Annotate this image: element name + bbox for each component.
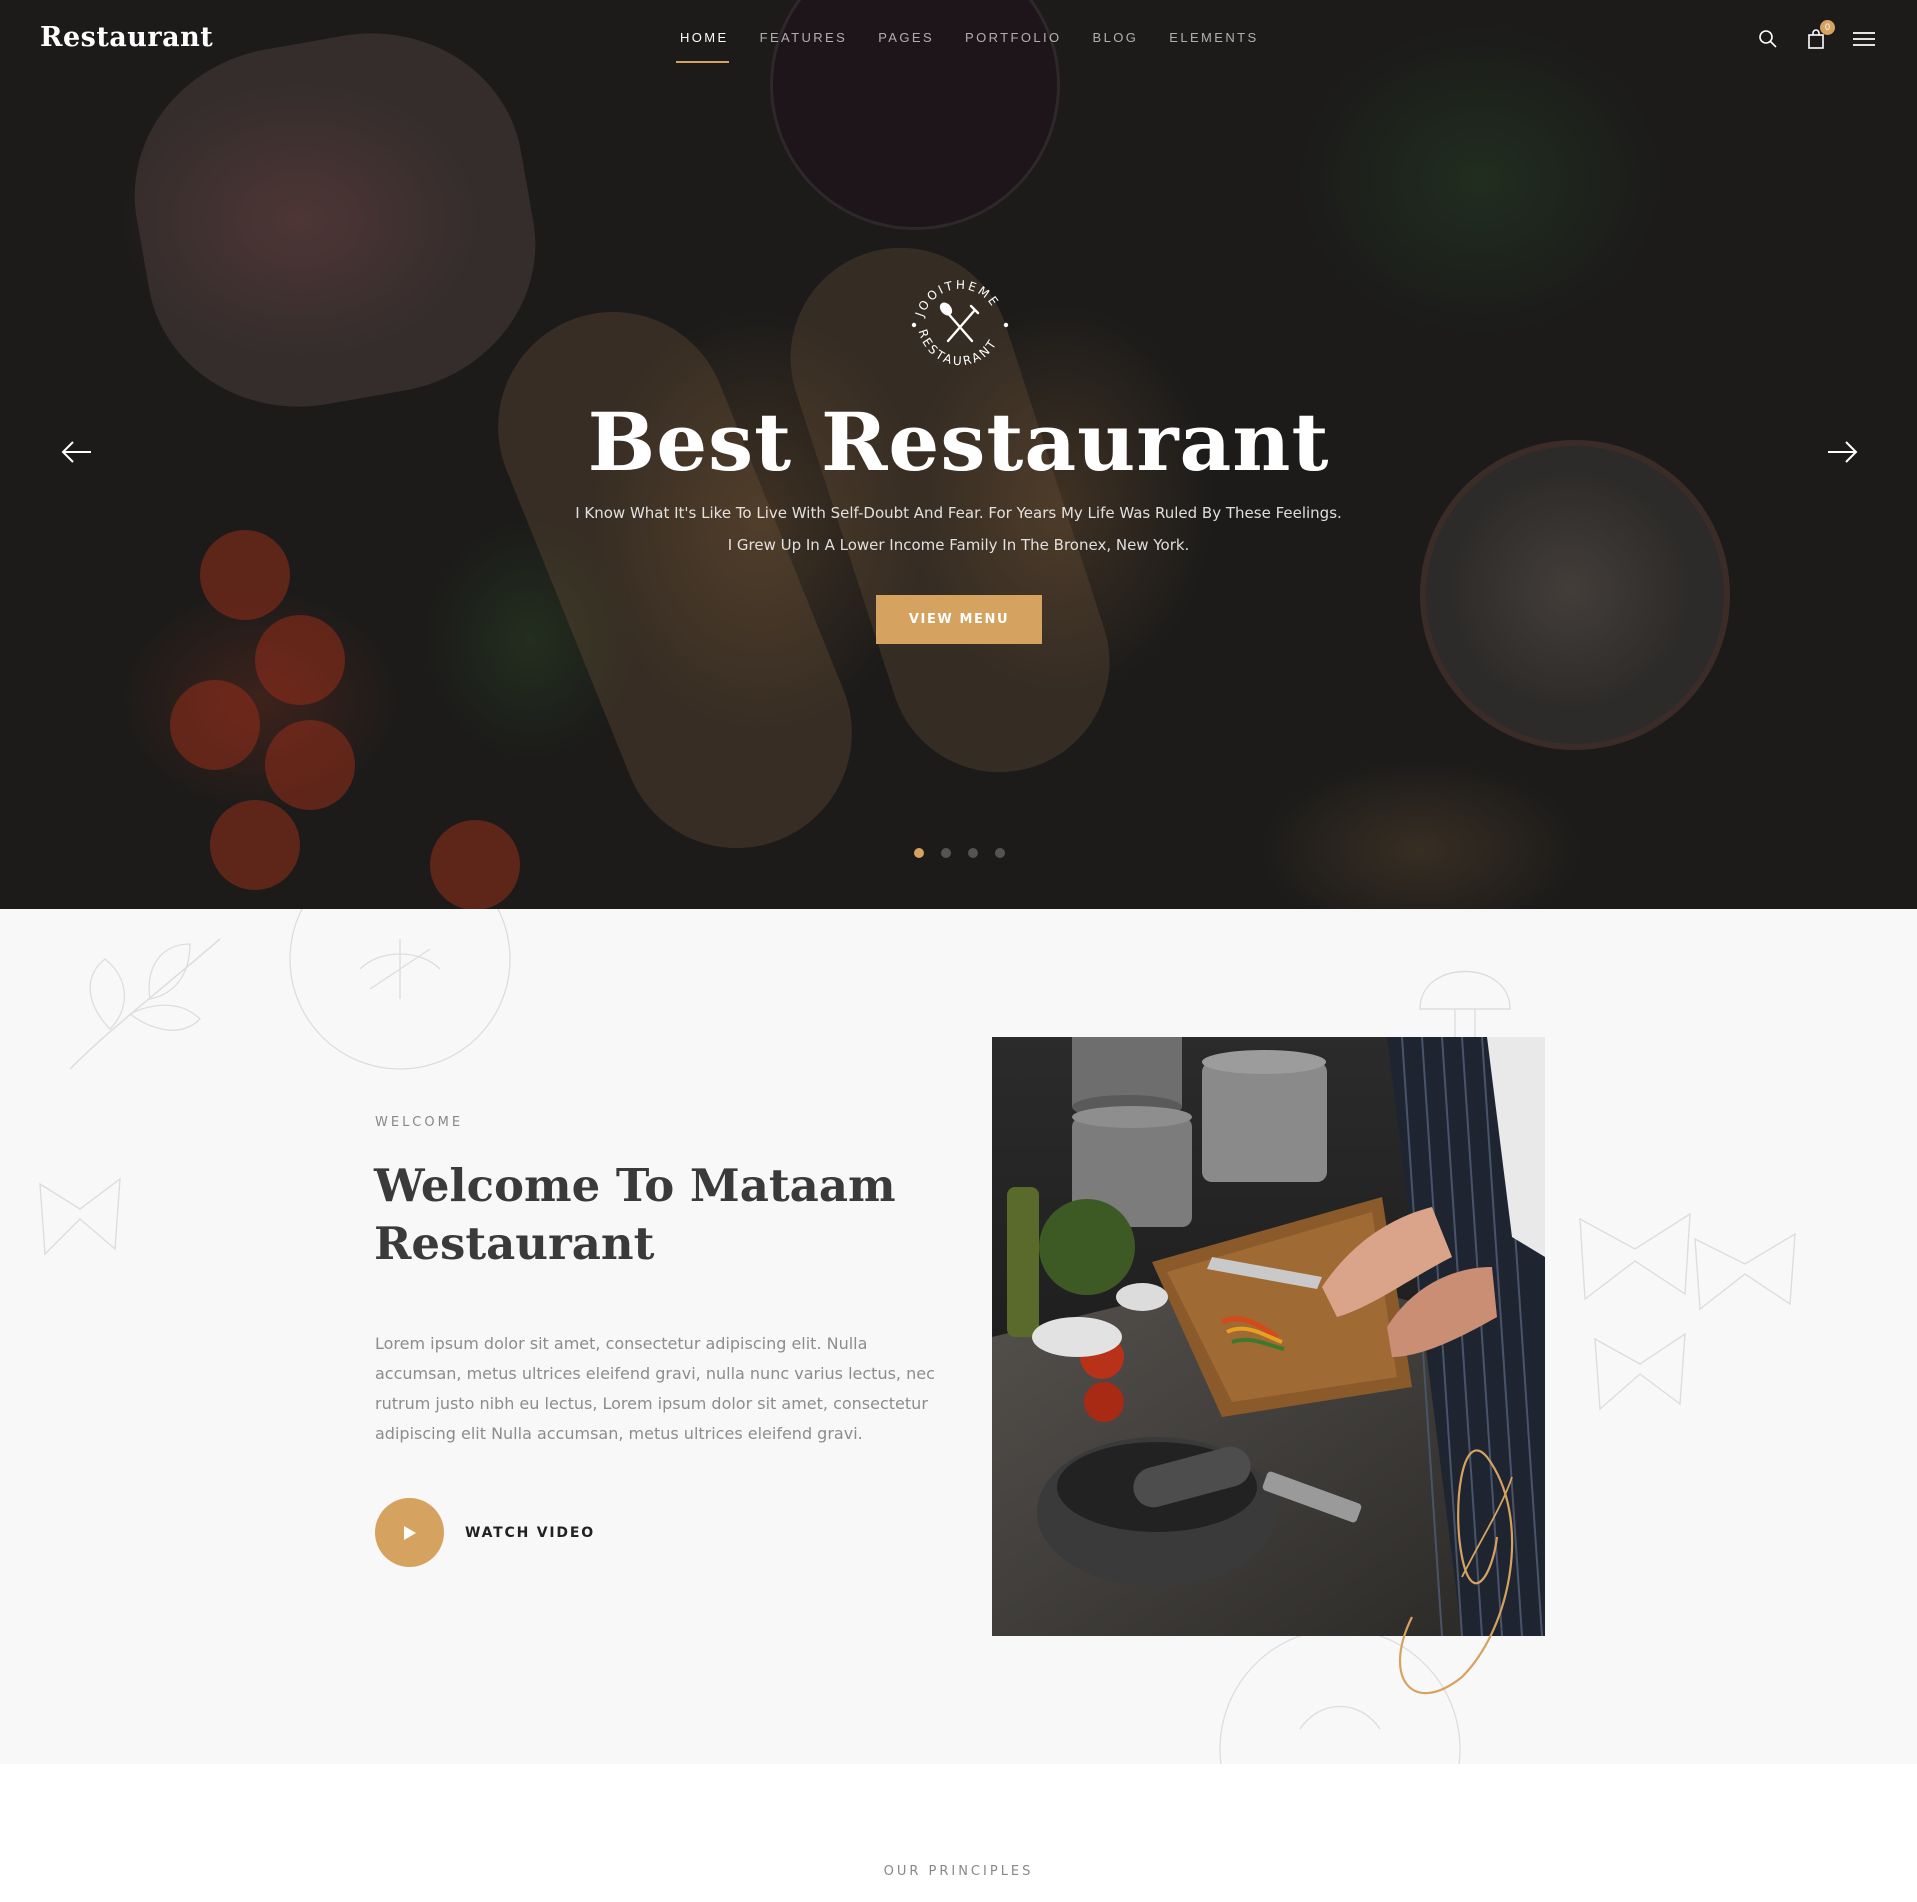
chef-cooking-photo xyxy=(992,1036,1545,1695)
hero-text-line-1: I Know What It's Like To Live With Self-… xyxy=(575,504,1342,522)
nav-item-elements[interactable]: ELEMENTS xyxy=(1169,30,1258,63)
main-nav: HOME FEATURES PAGES PORTFOLIO BLOG ELEME… xyxy=(676,30,1290,63)
svg-text:RESTAURANT: RESTAURANT xyxy=(916,328,1001,369)
restaurant-emblem-logo: JOOITHEME RESTAURANT xyxy=(900,265,1020,385)
search-icon[interactable] xyxy=(1755,26,1781,52)
hero-image-tomato xyxy=(255,615,345,705)
slider-next-arrow-icon[interactable] xyxy=(1826,440,1858,464)
svg-text:JOOITHEME: JOOITHEME xyxy=(912,278,1002,320)
hero-image-tomato xyxy=(210,800,300,890)
tomato-sketch-icon xyxy=(289,909,511,1070)
slider-prev-arrow-icon[interactable] xyxy=(61,440,93,464)
pasta-sketch-icon xyxy=(39,1177,121,1256)
hero-slider: Restaurant HOME FEATURES PAGES PORTFOLIO… xyxy=(0,0,1917,909)
nav-item-blog[interactable]: BLOG xyxy=(1093,30,1139,63)
emblem-text-top: JOOITHEME xyxy=(912,278,999,320)
hero-text-line-2: I Grew Up In A Lower Income Family In Th… xyxy=(727,536,1190,554)
header-actions: 0 xyxy=(1755,20,1877,52)
hero-title: Best Restaurant xyxy=(587,395,1330,489)
menu-icon[interactable] xyxy=(1851,26,1877,52)
emblem-text-bottom: RESTAURANT xyxy=(916,328,998,369)
watch-video-link[interactable]: WATCH VIDEO xyxy=(465,1525,595,1541)
cart-icon[interactable]: 0 xyxy=(1803,20,1835,52)
herb-sketch-icon xyxy=(69,938,221,1070)
welcome-title: Welcome To Mataam Restaurant xyxy=(374,1159,896,1270)
slider-dot[interactable] xyxy=(968,848,978,858)
welcome-section: WELCOME Welcome To Mataam Restaurant Lor… xyxy=(0,909,1917,1764)
nav-item-pages[interactable]: PAGES xyxy=(878,30,934,63)
play-video-button[interactable] xyxy=(375,1498,444,1567)
nav-item-home[interactable]: HOME xyxy=(676,30,729,63)
fork-knife-icon xyxy=(939,302,980,343)
hero-image-tomato xyxy=(170,680,260,770)
welcome-eyebrow: WELCOME xyxy=(375,1115,464,1130)
hero-image-tomato xyxy=(430,820,520,909)
view-menu-button[interactable]: VIEW MENU xyxy=(876,595,1042,644)
cart-count-badge: 0 xyxy=(1820,20,1835,35)
pasta-sketch-icon xyxy=(1594,1332,1686,1411)
slider-dot[interactable] xyxy=(914,848,924,858)
hero-image-tomato xyxy=(265,720,355,810)
nav-item-features[interactable]: FEATURES xyxy=(760,30,848,63)
slider-dot[interactable] xyxy=(995,848,1005,858)
play-icon xyxy=(403,1525,416,1540)
site-logo[interactable]: Restaurant xyxy=(40,22,213,53)
nav-item-portfolio[interactable]: PORTFOLIO xyxy=(965,30,1061,63)
slider-dot[interactable] xyxy=(941,848,951,858)
principles-eyebrow: OUR PRINCIPLES xyxy=(883,1864,1034,1879)
slider-pagination xyxy=(914,848,1005,858)
site-header: Restaurant HOME FEATURES PAGES PORTFOLIO… xyxy=(0,0,1917,82)
welcome-body-text: Lorem ipsum dolor sit amet, consectetur … xyxy=(375,1334,935,1443)
